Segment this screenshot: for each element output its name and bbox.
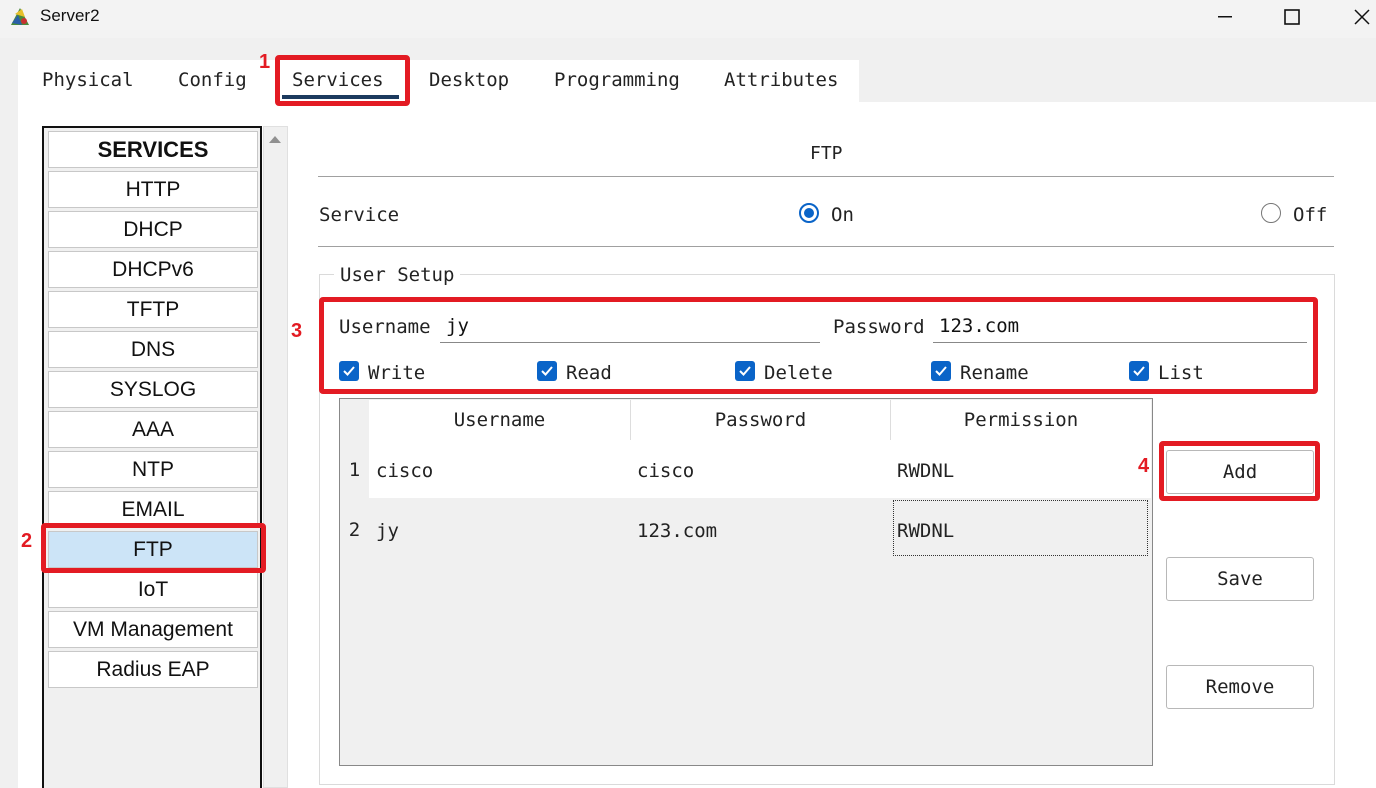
title-bar: Server2 (0, 0, 1376, 38)
annotation-number-2: 2 (21, 530, 33, 552)
close-button[interactable] (1332, 0, 1376, 34)
close-icon (1354, 9, 1370, 25)
remove-button[interactable]: Remove (1166, 665, 1314, 709)
service-item-dhcpv6[interactable]: DHCPv6 (48, 251, 258, 288)
service-label: Service (319, 204, 400, 226)
service-item-dns[interactable]: DNS (48, 331, 258, 368)
annotation-box-2 (41, 523, 266, 573)
service-on-label: On (831, 204, 854, 226)
cell-username[interactable]: cisco (376, 460, 433, 482)
service-item-vm-management[interactable]: VM Management (48, 611, 258, 648)
annotation-box-4 (1159, 441, 1320, 501)
divider (318, 246, 1334, 247)
column-header-password[interactable]: Password (631, 400, 891, 440)
divider (318, 176, 1334, 177)
column-header-permission[interactable]: Permission (891, 400, 1151, 440)
sidebar-scrollbar[interactable] (263, 126, 288, 788)
app-icon (11, 8, 29, 25)
service-item-dhcp[interactable]: DHCP (48, 211, 258, 248)
window-title: Server2 (40, 6, 100, 25)
service-item-tftp[interactable]: TFTP (48, 291, 258, 328)
annotation-box-3 (319, 297, 1318, 394)
cell-password[interactable]: cisco (637, 460, 694, 482)
service-item-radius-eap[interactable]: Radius EAP (48, 651, 258, 688)
user-setup-legend: User Setup (334, 264, 461, 286)
scroll-up-icon[interactable] (268, 134, 282, 144)
maximize-button[interactable] (1262, 0, 1322, 34)
page-title: FTP (810, 143, 843, 164)
minimize-icon (1218, 16, 1232, 18)
annotation-number-4: 4 (1138, 455, 1150, 477)
column-header-username[interactable]: Username (369, 400, 631, 440)
tab-physical[interactable]: Physical (42, 69, 134, 91)
minimize-button[interactable] (1195, 0, 1255, 34)
tab-config[interactable]: Config (178, 69, 247, 91)
cell-password[interactable]: 123.com (637, 520, 717, 542)
annotation-box-1 (275, 55, 410, 106)
tab-desktop[interactable]: Desktop (429, 69, 509, 91)
service-item-aaa[interactable]: AAA (48, 411, 258, 448)
service-item-iot[interactable]: IoT (48, 571, 258, 608)
maximize-icon (1284, 9, 1300, 25)
annotation-number-3: 3 (291, 320, 303, 342)
save-button[interactable]: Save (1166, 557, 1314, 601)
row-number: 1 (348, 459, 361, 481)
services-header: SERVICES (48, 131, 258, 168)
annotation-number-1: 1 (259, 51, 271, 73)
cell-permission[interactable]: RWDNL (897, 460, 954, 482)
service-item-ntp[interactable]: NTP (48, 451, 258, 488)
service-off-label: Off (1293, 204, 1328, 226)
service-on-radio[interactable] (799, 203, 819, 223)
tab-programming[interactable]: Programming (554, 69, 680, 91)
row-number: 2 (348, 519, 361, 541)
service-off-radio[interactable] (1261, 203, 1281, 223)
focused-cell-outline (893, 500, 1148, 556)
tab-attributes[interactable]: Attributes (724, 69, 838, 91)
cell-username[interactable]: jy (376, 520, 399, 542)
service-item-syslog[interactable]: SYSLOG (48, 371, 258, 408)
services-list: SERVICES HTTP DHCP DHCPv6 TFTP DNS SYSLO… (42, 126, 262, 788)
table-row[interactable] (369, 440, 1151, 498)
service-item-http[interactable]: HTTP (48, 171, 258, 208)
